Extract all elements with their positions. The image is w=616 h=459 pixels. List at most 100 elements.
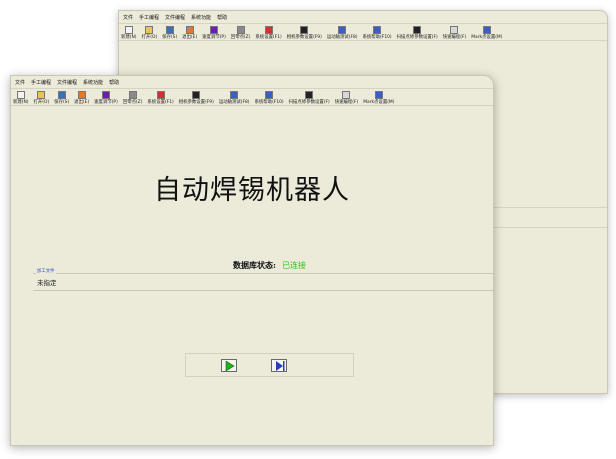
open-folder-icon — [37, 91, 46, 99]
menubar-back: 文件 手工编程 文件编程 系统功能 帮助 — [119, 11, 607, 23]
main-window: 文件 手工编程 文件编程 系统功能 帮助 新建(N) 打开(O) 保存(S) 退出(E… — [10, 75, 494, 446]
toolbar-button-label: 保存(S) — [162, 35, 178, 40]
app-title: 自动焊锡机器人 — [154, 175, 350, 206]
next-step-button[interactable] — [271, 359, 287, 372]
exit-icon — [185, 26, 194, 34]
db-status-value: 已连接 — [281, 261, 306, 270]
toolbar-button-label: 扫描点修参数设置(F) — [288, 100, 330, 105]
toolbar-button-label: 运动轴测试(F8) — [326, 35, 358, 40]
toolbar-button-label: 快速编程(F) — [442, 35, 467, 40]
control-panel — [185, 353, 354, 377]
db-status-label: 数据库状态: — [233, 260, 276, 270]
speed-dial-icon — [209, 26, 218, 34]
quick-program-icon — [450, 26, 459, 34]
toolbar-button-7[interactable]: 相机参数设置(F9) — [287, 26, 322, 40]
toolbar-button-10[interactable]: 扫描点修参数设置(F) — [289, 91, 330, 105]
toolbar-button-5[interactable]: 回零点(Z) — [122, 91, 143, 105]
toolbar-button-6[interactable]: 系统设置(F1) — [255, 26, 282, 40]
toolbar-button-4[interactable]: 速度调节(P) — [94, 91, 118, 105]
menu-system[interactable]: 系统功能 — [191, 14, 211, 21]
toolbar-back: 新建(N) 打开(O) 保存(S) 退出(E) 速度调节(P) 回零点(Z) 系统设置(F1… — [119, 23, 607, 41]
scan-icon — [305, 91, 314, 99]
toolbar-button-9[interactable]: 系统帮助(F10) — [255, 91, 284, 105]
toolbar-button-1[interactable]: 打开(O) — [34, 91, 49, 105]
toolbar-button-label: 新建(N) — [121, 35, 137, 40]
toolbar-button-label: 相机参数设置(F9) — [178, 100, 214, 105]
exit-icon — [77, 91, 86, 99]
toolbar-button-3[interactable]: 退出(E) — [182, 26, 197, 40]
axis-test-icon — [230, 91, 239, 99]
menu-file[interactable]: 文件 — [15, 79, 25, 86]
toolbar-button-9[interactable]: 系统帮助(F10) — [363, 26, 392, 40]
axis-test-icon — [338, 26, 347, 34]
toolbar-button-label: 新建(N) — [13, 100, 29, 105]
help-icon — [265, 91, 274, 99]
zoom-search-icon — [128, 91, 137, 99]
toolbar-button-label: Mark点设置(M) — [471, 35, 503, 40]
play-icon — [225, 361, 235, 371]
camera-icon — [192, 91, 201, 99]
process-file-label: 加工文件 — [36, 268, 56, 274]
toolbar-button-label: 打开(O) — [141, 35, 158, 40]
toolbar-button-label: 回零点(Z) — [230, 35, 251, 40]
toolbar-button-12[interactable]: Mark点设置(M) — [363, 91, 394, 105]
toolbar-button-label: 相机参数设置(F9) — [286, 35, 322, 40]
save-disk-icon — [57, 91, 66, 99]
toolbar: 新建(N) 打开(O) 保存(S) 退出(E) 速度调节(P) 回零点(Z) 系统设置(F1… — [11, 88, 493, 106]
database-status: 数据库状态: 已连接 — [233, 260, 306, 271]
mark-point-icon — [374, 91, 383, 99]
toolbar-button-label: 退出(E) — [182, 35, 198, 40]
toolbar-button-label: 系统设置(F1) — [255, 35, 282, 40]
toolbar-button-2[interactable]: 保存(S) — [54, 91, 69, 105]
camera-icon — [300, 26, 309, 34]
toolbar-button-6[interactable]: 系统设置(F1) — [147, 91, 174, 105]
menu-help[interactable]: 帮助 — [217, 14, 227, 21]
menu-file[interactable]: 文件 — [123, 14, 133, 21]
save-disk-icon — [165, 26, 174, 34]
menu-file-program[interactable]: 文件编程 — [57, 79, 77, 86]
menu-manual-program[interactable]: 手工编程 — [139, 14, 159, 21]
toolbar-button-label: 速度调节(P) — [94, 100, 118, 105]
mark-point-icon — [482, 26, 491, 34]
toolbar-button-11[interactable]: 快速编程(F) — [335, 91, 358, 105]
toolbar-button-0[interactable]: 新建(N) — [13, 91, 29, 105]
start-button[interactable] — [221, 359, 237, 372]
step-next-icon — [276, 361, 285, 371]
toolbar-button-label: Mark点设置(M) — [363, 100, 395, 105]
menu-help[interactable]: 帮助 — [109, 79, 119, 86]
toolbar-button-label: 系统帮助(F10) — [254, 100, 284, 105]
toolbar-button-3[interactable]: 退出(E) — [74, 91, 89, 105]
help-icon — [373, 26, 382, 34]
toolbar-button-0[interactable]: 新建(N) — [121, 26, 137, 40]
toolbar-button-11[interactable]: 快速编程(F) — [442, 26, 467, 40]
toolbar-button-label: 系统帮助(F10) — [362, 35, 392, 40]
toolbar-button-8[interactable]: 运动轴测试(F8) — [327, 26, 358, 40]
menu-file-program[interactable]: 文件编程 — [165, 14, 185, 21]
toolbar-button-label: 扫描点修参数设置(F) — [396, 35, 438, 40]
settings-icon — [156, 91, 165, 99]
settings-icon — [264, 26, 273, 34]
process-file-value: 未指定 — [37, 279, 57, 287]
toolbar-button-label: 速度调节(P) — [202, 35, 226, 40]
quick-program-icon — [342, 91, 351, 99]
process-file-group: 加工文件 未指定 — [33, 268, 493, 291]
toolbar-button-12[interactable]: Mark点设置(M) — [471, 26, 502, 40]
speed-dial-icon — [101, 91, 110, 99]
toolbar-button-label: 退出(E) — [74, 100, 90, 105]
toolbar-button-5[interactable]: 回零点(Z) — [230, 26, 251, 40]
toolbar-button-7[interactable]: 相机参数设置(F9) — [179, 91, 214, 105]
toolbar-button-2[interactable]: 保存(S) — [162, 26, 177, 40]
toolbar-button-label: 回零点(Z) — [122, 100, 143, 105]
new-file-icon — [16, 91, 25, 99]
menubar: 文件 手工编程 文件编程 系统功能 帮助 — [11, 76, 493, 88]
toolbar-button-4[interactable]: 速度调节(P) — [202, 26, 226, 40]
toolbar-button-8[interactable]: 运动轴测试(F8) — [219, 91, 250, 105]
menu-system[interactable]: 系统功能 — [83, 79, 103, 86]
open-folder-icon — [145, 26, 154, 34]
toolbar-button-label: 系统设置(F1) — [147, 100, 174, 105]
menu-manual-program[interactable]: 手工编程 — [31, 79, 51, 86]
toolbar-button-1[interactable]: 打开(O) — [141, 26, 158, 40]
toolbar-button-10[interactable]: 扫描点修参数设置(F) — [397, 26, 438, 40]
process-file-box[interactable]: 未指定 — [33, 273, 493, 291]
toolbar-button-label: 保存(S) — [54, 100, 70, 105]
